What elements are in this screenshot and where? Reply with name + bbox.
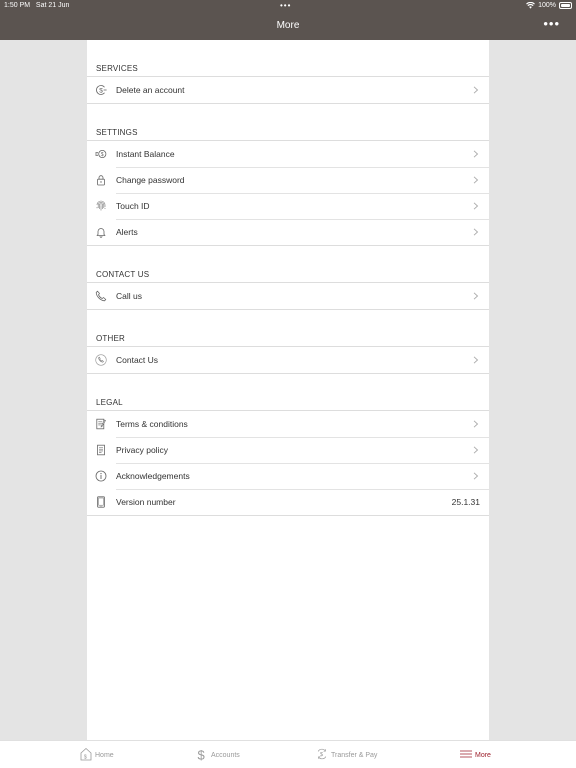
more-options-icon[interactable]: •••: [543, 16, 560, 31]
list-item-label: Call us: [116, 291, 142, 301]
tab-accounts[interactable]: $ Accounts: [196, 741, 240, 768]
tab-label: Home: [95, 751, 114, 759]
chevron-right-icon: [472, 228, 480, 236]
lock-icon: [95, 174, 107, 186]
battery-icon: [559, 2, 572, 9]
section-header: OTHER: [96, 334, 125, 343]
battery-percent: 100%: [538, 2, 556, 9]
list-item-terms-and-conditions[interactable]: Terms & conditions: [87, 411, 489, 437]
status-right: 100%: [526, 2, 556, 9]
status-time: 1:50 PM Sat 21 Jun: [4, 2, 70, 9]
multitask-dots-icon[interactable]: •••: [280, 1, 291, 10]
svg-text:$: $: [101, 152, 104, 158]
list-item-contact-us[interactable]: Contact Us: [87, 347, 489, 373]
chevron-right-icon: [472, 420, 480, 428]
settings-list: SERVICES $ Delete an account SETTINGS $ Insta…: [87, 40, 489, 740]
section-list: Contact Us: [87, 346, 489, 374]
section-header: LEGAL: [96, 398, 123, 407]
section-list: Call us: [87, 282, 489, 310]
tablet-icon: [95, 496, 107, 508]
list-item-label: Change password: [116, 175, 185, 185]
chevron-right-icon: [472, 446, 480, 454]
section-header: SETTINGS: [96, 128, 138, 137]
top-bar: 1:50 PM Sat 21 Jun ••• 100% More •••: [0, 0, 576, 40]
fingerprint-icon: [95, 200, 107, 212]
list-item-label: Touch ID: [116, 201, 150, 211]
list-item-delete-an-account[interactable]: $ Delete an account: [87, 77, 489, 103]
svg-text:$: $: [84, 755, 87, 761]
chevron-right-icon: [472, 292, 480, 300]
hamburger-icon: [460, 747, 472, 763]
document-pen-icon: [95, 418, 107, 430]
list-item-label: Privacy policy: [116, 445, 168, 455]
info-icon: [95, 470, 107, 482]
phone-circle-icon: [95, 354, 107, 366]
transfer-icon: $: [316, 747, 328, 763]
home-icon: $: [80, 747, 92, 763]
list-item-label: Delete an account: [116, 85, 185, 95]
list-item-version-number: Version number 25.1.31: [87, 489, 489, 515]
list-item-label: Version number: [116, 497, 176, 507]
section-list: Terms & conditions Privacy policy Acknowle…: [87, 410, 489, 516]
chevron-right-icon: [472, 472, 480, 480]
phone-icon: [95, 290, 107, 302]
list-item-change-password[interactable]: Change password: [87, 167, 489, 193]
chevron-right-icon: [472, 86, 480, 94]
tab-home[interactable]: $ Home: [80, 741, 114, 768]
svg-text:$: $: [99, 87, 103, 94]
tab-transfer-and-pay[interactable]: $ Transfer & Pay: [316, 741, 377, 768]
list-item-acknowledgements[interactable]: Acknowledgements: [87, 463, 489, 489]
chevron-right-icon: [472, 202, 480, 210]
list-item-instant-balance[interactable]: $ Instant Balance: [87, 141, 489, 167]
instant-balance-icon: $: [95, 148, 107, 160]
list-item-call-us[interactable]: Call us: [87, 283, 489, 309]
section-header: CONTACT US: [96, 270, 150, 279]
list-item-label: Acknowledgements: [116, 471, 190, 481]
version-value: 25.1.31: [451, 497, 480, 507]
tab-more[interactable]: More: [460, 741, 491, 768]
chevron-right-icon: [472, 356, 480, 364]
list-item-label: Contact Us: [116, 355, 159, 365]
list-item-label: Instant Balance: [116, 149, 175, 159]
list-item-alerts[interactable]: Alerts: [87, 219, 489, 245]
document-icon: [95, 444, 107, 456]
svg-text:$: $: [198, 748, 206, 762]
dollar-icon: $: [196, 747, 208, 763]
list-item-touch-id[interactable]: Touch ID: [87, 193, 489, 219]
chevron-right-icon: [472, 176, 480, 184]
page-title: More: [276, 20, 300, 31]
list-item-label: Alerts: [116, 227, 138, 237]
wifi-icon: [526, 2, 535, 9]
tab-bar: $ Home $ Accounts $ Transfer & Pay More: [0, 740, 576, 768]
tab-label: Accounts: [211, 751, 240, 759]
section-list: $ Instant Balance Change password Touch ID A…: [87, 140, 489, 246]
list-item-label: Terms & conditions: [116, 419, 188, 429]
bell-icon: [95, 226, 107, 238]
list-item-privacy-policy[interactable]: Privacy policy: [87, 437, 489, 463]
tab-label: More: [475, 751, 491, 759]
dollar-circle-icon: $: [95, 84, 107, 96]
tab-label: Transfer & Pay: [331, 751, 378, 759]
chevron-right-icon: [472, 150, 480, 158]
svg-text:$: $: [320, 752, 323, 758]
section-list: $ Delete an account: [87, 76, 489, 104]
section-header: SERVICES: [96, 64, 138, 73]
